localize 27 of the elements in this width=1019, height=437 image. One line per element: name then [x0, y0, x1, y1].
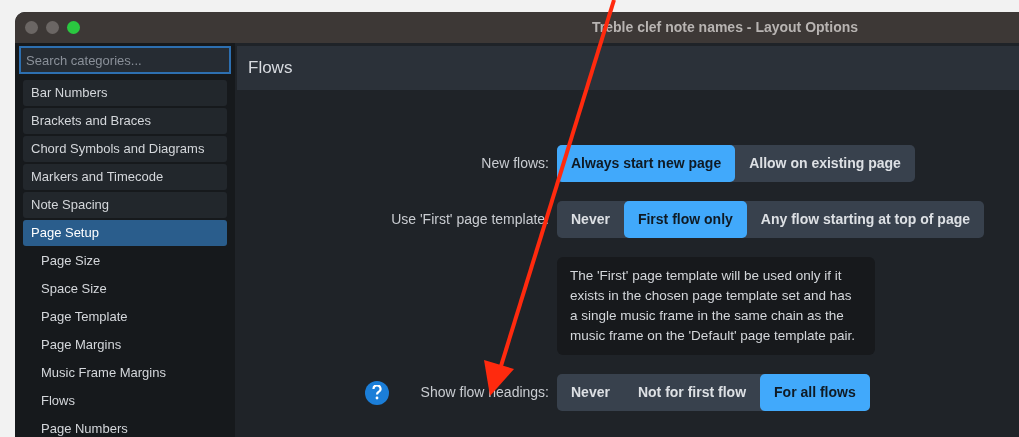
option-button[interactable]: Not for first flow: [623, 374, 761, 411]
option-button[interactable]: For all flows: [760, 374, 870, 411]
option-button[interactable]: Never: [557, 374, 624, 411]
info-note: The 'First' page template will be used only if it exists in the chosen page template set and has a single music frame in the same chain as the music frame on the 'Default' page template pair.: [557, 257, 875, 355]
option-label: New flows:: [481, 154, 549, 173]
panel-title: Flows: [248, 57, 293, 80]
zoom-button[interactable]: [67, 21, 80, 34]
sidebar-item[interactable]: Page Numbers: [23, 416, 227, 437]
sidebar-item[interactable]: Note Spacing: [23, 192, 227, 218]
search-field[interactable]: Search categories...: [19, 46, 231, 74]
sidebar-item[interactable]: Music Frame Margins: [23, 360, 227, 386]
sidebar-item[interactable]: Flows: [23, 388, 227, 414]
option-button[interactable]: Allow on existing page: [735, 145, 915, 182]
help-icon[interactable]: [365, 380, 389, 405]
option-button[interactable]: Any flow starting at top of page: [746, 201, 985, 238]
option-button[interactable]: Always start new page: [557, 145, 736, 182]
sidebar-item[interactable]: Bar Numbers: [23, 80, 227, 106]
sidebar-item[interactable]: Page Template: [23, 304, 227, 330]
sidebar-item[interactable]: Page Margins: [23, 332, 227, 358]
sidebar-item[interactable]: Markers and Timecode: [23, 164, 227, 190]
sidebar-item[interactable]: Page Setup: [23, 220, 227, 246]
sidebar-item[interactable]: Space Size: [23, 276, 227, 302]
option-button[interactable]: Never: [557, 201, 624, 238]
sidebar-item[interactable]: Chord Symbols and Diagrams: [23, 136, 227, 162]
sidebar-item[interactable]: Page Size: [23, 248, 227, 274]
sidebar-item[interactable]: Brackets and Braces: [23, 108, 227, 134]
option-button[interactable]: First flow only: [623, 201, 747, 238]
